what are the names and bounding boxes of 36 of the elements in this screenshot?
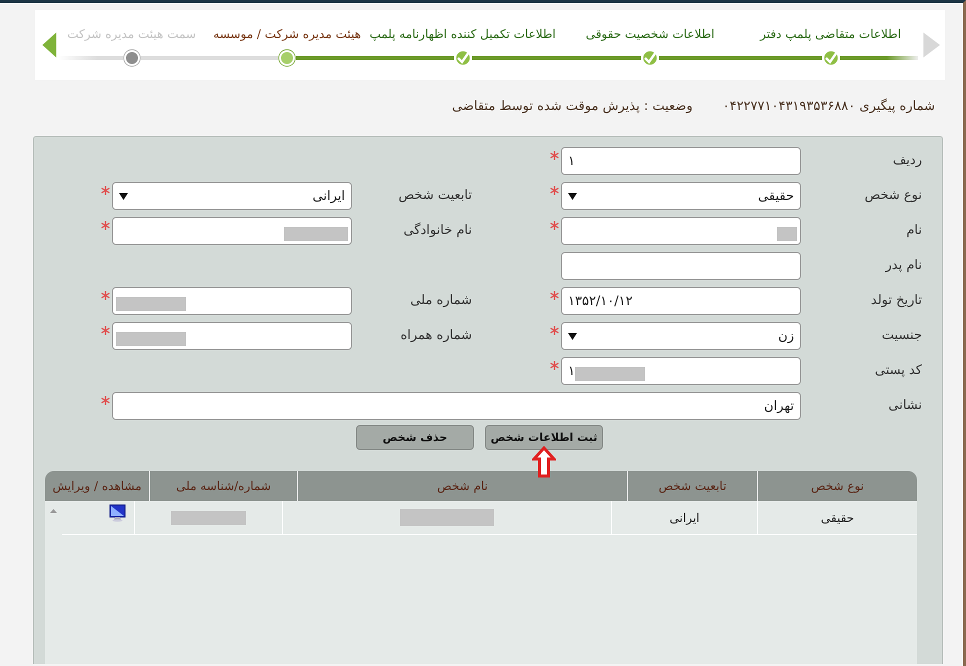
field-label: نوع شخص [864, 187, 922, 205]
field-label: شماره همراه [400, 327, 473, 345]
field-label: ردیف [892, 152, 922, 170]
input-field[interactable] [561, 217, 801, 245]
action-button[interactable]: ثبت اطلاعات شخص [485, 425, 603, 450]
address-field[interactable]: تهران [112, 392, 801, 420]
step-label[interactable]: هیئت مدیره شرکت / موسسه [206, 21, 369, 47]
step-label[interactable]: اطلاعات تکمیل کننده اظهارنامه پلمپ [368, 21, 557, 47]
field-label: تاریخ تولد [870, 292, 922, 310]
input-field[interactable] [561, 252, 801, 280]
caret-icon [119, 192, 128, 200]
field-label: کد پستی [874, 362, 922, 380]
input-field[interactable]: ۱۳۵۲/۱۰/۱۲ [561, 287, 801, 315]
status-text: وضعیت : پذیرش موقت شده توسط متقاضی [452, 99, 693, 116]
caret-icon [568, 332, 577, 340]
tracking-number: شماره پیگیری ۰۴۲۲۷۷۱۰۴۳۱۹۳۵۳۶۸۸۰ [722, 99, 935, 116]
scroll-up-icon [50, 509, 57, 513]
field-label: جنسیت [882, 327, 922, 345]
step-label[interactable]: اطلاعات شخصیت حقوقی [556, 21, 744, 47]
dropdown[interactable]: ایرانی [112, 182, 352, 210]
field-label: شماره ملی [410, 292, 473, 310]
dropdown[interactable]: حقیقی [561, 182, 801, 210]
column-header[interactable]: مشاهده / ویرایش [45, 471, 149, 501]
monitor-icon[interactable] [109, 504, 127, 522]
field-label: نام [906, 222, 922, 240]
field-label: نام پدر [886, 257, 922, 275]
step-label[interactable]: اطلاعات متقاضی پلمپ دفتر [744, 21, 918, 47]
field-label: نام خانوادگی [403, 222, 473, 240]
input-field[interactable]: ۱ [561, 147, 801, 175]
table-cell: حقیقی [820, 510, 854, 524]
caret-icon [568, 192, 577, 200]
dropdown[interactable]: زن [561, 322, 801, 350]
table-cell: ایرانی [670, 510, 700, 524]
action-button[interactable]: حذف شخص [356, 425, 474, 450]
field-label: نشانی [888, 397, 922, 415]
field-label: تابعیت شخص [398, 187, 473, 205]
